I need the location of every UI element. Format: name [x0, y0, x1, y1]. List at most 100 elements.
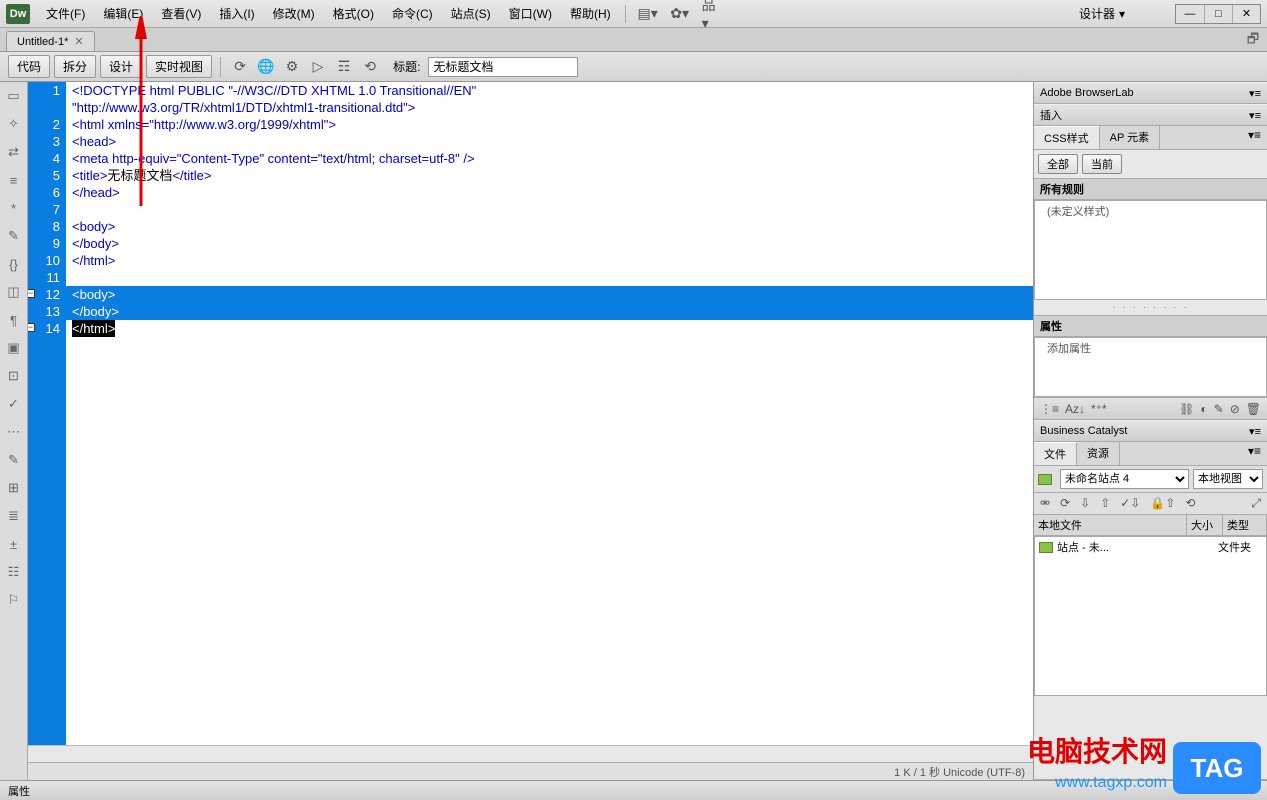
css-current-button[interactable]: 当前: [1082, 154, 1122, 174]
tab-css-styles[interactable]: CSS样式: [1034, 126, 1100, 149]
tool-icon[interactable]: *⁺*: [1091, 402, 1107, 416]
new-icon[interactable]: ◐: [1200, 402, 1207, 416]
tool-icon[interactable]: {}: [4, 254, 24, 274]
separator: [220, 57, 221, 77]
minimize-button[interactable]: —: [1176, 5, 1204, 23]
menu-site[interactable]: 站点(S): [443, 2, 499, 25]
toolbar-icon-4[interactable]: ▷: [307, 56, 329, 78]
status-bar: 1 K / 1 秒 Unicode (UTF-8): [28, 762, 1033, 780]
properties-bar[interactable]: 属性: [0, 780, 1267, 800]
tool-icon[interactable]: ✎: [4, 450, 24, 470]
view-design-button[interactable]: 设计: [100, 55, 142, 78]
site-select[interactable]: 未命名站点 4: [1060, 469, 1189, 489]
tool-icon[interactable]: ✧: [4, 114, 24, 134]
maximize-button[interactable]: □: [1204, 5, 1232, 23]
view-code-button[interactable]: 代码: [8, 55, 50, 78]
connect-icon[interactable]: ⚮: [1040, 496, 1050, 511]
tool-icon[interactable]: ▣: [4, 338, 24, 358]
separator: [625, 5, 626, 23]
tool-icon[interactable]: ✓: [4, 394, 24, 414]
toolbar-icon-2[interactable]: 🌐: [255, 56, 277, 78]
sync-icon[interactable]: ⟲: [1185, 496, 1195, 511]
tool-icon[interactable]: ⋯: [4, 422, 24, 442]
view-live-button[interactable]: 实时视图: [146, 55, 212, 78]
toolbar-icon-1[interactable]: ⟳: [229, 56, 251, 78]
tool-icon[interactable]: ≡: [4, 170, 24, 190]
menu-format[interactable]: 格式(O): [325, 2, 382, 25]
tool-icon[interactable]: ⚐: [4, 590, 24, 610]
restore-icon[interactable]: 🗗: [1243, 31, 1263, 51]
col-size[interactable]: 大小: [1187, 515, 1223, 535]
tool-icon[interactable]: ⋮≡: [1040, 402, 1059, 416]
tab-assets[interactable]: 资源: [1077, 442, 1120, 465]
workspace-switcher[interactable]: 设计器 ▾: [1073, 3, 1131, 24]
menu-edit[interactable]: 编辑(E): [95, 2, 151, 25]
tab-files[interactable]: 文件: [1034, 442, 1077, 465]
tool-icon[interactable]: *: [4, 198, 24, 218]
checkin-icon[interactable]: 🔒⇧: [1150, 496, 1175, 511]
panel-menu-icon[interactable]: ▾≡: [1242, 442, 1267, 465]
panel-menu-icon[interactable]: ▾≡: [1249, 425, 1261, 438]
toolbar-icon-3[interactable]: ⚙: [281, 56, 303, 78]
tab-ap-elements[interactable]: AP 元素: [1100, 126, 1161, 149]
refresh-icon[interactable]: ⟳: [1060, 496, 1070, 511]
get-icon[interactable]: ⇩: [1080, 496, 1090, 511]
panel-menu-icon[interactable]: ▾≡: [1249, 87, 1261, 100]
rules-list[interactable]: (未定义样式): [1034, 200, 1267, 300]
view-select[interactable]: 本地视图: [1193, 469, 1263, 489]
horizontal-scrollbar[interactable]: [28, 745, 1033, 762]
menu-modify[interactable]: 修改(M): [265, 2, 323, 25]
code-area[interactable]: <!DOCTYPE html PUBLIC "-//W3C//DTD XHTML…: [66, 82, 1033, 745]
css-all-button[interactable]: 全部: [1038, 154, 1078, 174]
tool-icon[interactable]: ¶: [4, 310, 24, 330]
tool-icon[interactable]: ◫: [4, 282, 24, 302]
panel-business-catalyst[interactable]: Business Catalyst▾≡: [1034, 420, 1267, 442]
panel-browserlab[interactable]: Adobe BrowserLab▾≡: [1034, 82, 1267, 104]
layout-icon[interactable]: ▤▾: [638, 4, 658, 24]
menu-view[interactable]: 查看(V): [153, 2, 209, 25]
col-local[interactable]: 本地文件: [1034, 515, 1187, 535]
link-icon[interactable]: ⛓: [1179, 402, 1194, 416]
menu-window[interactable]: 窗口(W): [501, 2, 560, 25]
menu-help[interactable]: 帮助(H): [562, 2, 619, 25]
tool-icon[interactable]: Aᴢ↓: [1065, 402, 1085, 416]
panel-insert[interactable]: 插入▾≡: [1034, 104, 1267, 126]
properties-list[interactable]: 添加属性: [1034, 337, 1267, 397]
file-tree[interactable]: 站点 - 未... 文件夹: [1034, 536, 1267, 696]
expand-icon[interactable]: ⤢: [1251, 496, 1261, 511]
panel-menu-icon[interactable]: ▾≡: [1249, 109, 1261, 122]
menu-file[interactable]: 文件(F): [38, 2, 93, 25]
toolbar-icon-5[interactable]: ☶: [333, 56, 355, 78]
menu-command[interactable]: 命令(C): [384, 2, 441, 25]
code-editor: 1 23456789101112−1314− <!DOCTYPE html PU…: [28, 82, 1033, 780]
close-tab-icon[interactable]: ✕: [74, 35, 83, 48]
panel-menu-icon[interactable]: ▾≡: [1242, 126, 1267, 149]
tool-icon[interactable]: ⇄: [4, 142, 24, 162]
gear-icon[interactable]: ✿▾: [670, 4, 690, 24]
extension-icon[interactable]: 品▾: [702, 4, 722, 24]
close-button[interactable]: ✕: [1232, 5, 1260, 23]
menu-insert[interactable]: 插入(I): [211, 2, 262, 25]
tool-icon[interactable]: ±: [4, 534, 24, 554]
panel-resize-handle[interactable]: · · · · · · · ·: [1034, 300, 1267, 315]
document-tab-label: Untitled-1*: [17, 36, 68, 48]
view-split-button[interactable]: 拆分: [54, 55, 96, 78]
put-icon[interactable]: ⇧: [1100, 496, 1110, 511]
tool-icon[interactable]: ☷: [4, 562, 24, 582]
tool-icon[interactable]: ≣: [4, 506, 24, 526]
checkout-icon[interactable]: ✓⇩: [1120, 496, 1140, 511]
tool-icon[interactable]: ✎: [4, 226, 24, 246]
tool-icon[interactable]: ⊞: [4, 478, 24, 498]
tool-icon[interactable]: ▭: [4, 86, 24, 106]
document-tab[interactable]: Untitled-1* ✕: [6, 31, 95, 51]
tool-icon[interactable]: ⊡: [4, 366, 24, 386]
code-toolbar: ▭ ✧ ⇄ ≡ * ✎ {} ◫ ¶ ▣ ⊡ ✓ ⋯ ✎ ⊞ ≣ ± ☷ ⚐: [0, 82, 28, 780]
col-type[interactable]: 类型: [1223, 515, 1267, 535]
refresh-icon[interactable]: ⟲: [359, 56, 381, 78]
edit-icon[interactable]: ✎: [1214, 402, 1224, 416]
trash-icon[interactable]: 🗑: [1246, 402, 1261, 416]
title-input[interactable]: [428, 57, 578, 77]
file-row[interactable]: 站点 - 未... 文件夹: [1035, 537, 1266, 557]
disable-icon[interactable]: ⊘: [1230, 402, 1240, 416]
rules-header: 所有规则: [1034, 178, 1267, 200]
